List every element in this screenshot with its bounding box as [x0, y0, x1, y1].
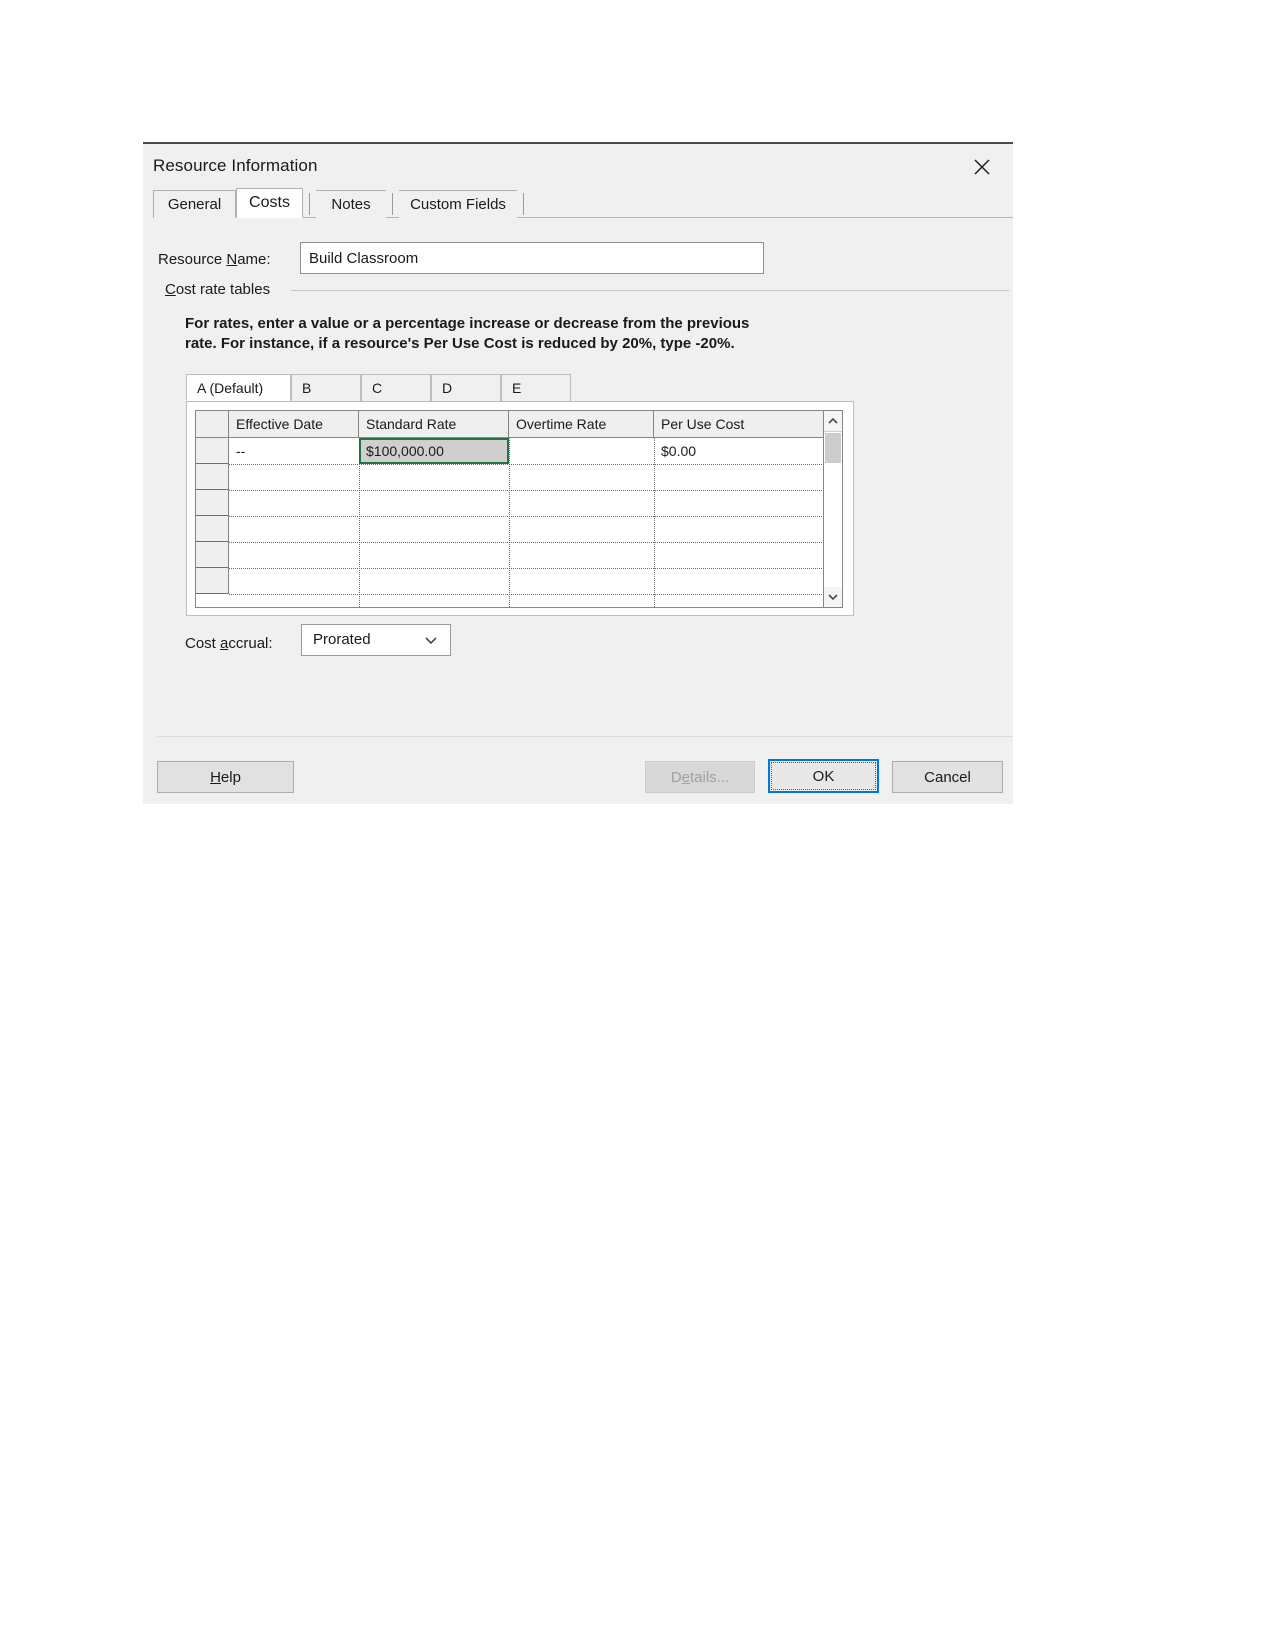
cell-overtime-rate[interactable] [509, 438, 654, 464]
cell-effective-date[interactable] [229, 568, 359, 594]
rate-tab-b[interactable]: B [291, 374, 361, 401]
cell-effective-date[interactable] [229, 464, 359, 490]
rate-tab-c[interactable]: C [361, 374, 431, 401]
chevron-down-icon[interactable] [824, 587, 842, 607]
cell-standard-rate[interactable] [359, 568, 509, 594]
tab-notes[interactable]: Notes [316, 190, 386, 218]
cell-overtime-rate[interactable] [509, 542, 654, 568]
cell-standard-rate[interactable] [359, 490, 509, 516]
dialog-title: Resource Information [153, 156, 318, 175]
resource-name-input[interactable] [300, 242, 764, 274]
row-header[interactable] [196, 542, 229, 568]
cell-overtime-rate[interactable] [509, 464, 654, 490]
row-header[interactable] [196, 438, 229, 464]
screenshot-canvas: Resource Information General Costs Notes [0, 0, 1275, 1650]
tab-separator-3 [523, 193, 524, 215]
cost-accrual-dropdown[interactable]: Prorated [301, 624, 451, 656]
dialog-titlebar: Resource Information [143, 144, 1013, 190]
column-header-effective-date[interactable]: Effective Date [229, 411, 359, 437]
cell-effective-date[interactable] [229, 516, 359, 542]
tab-separator-1 [309, 193, 310, 215]
tab-costs[interactable]: Costs [236, 188, 303, 218]
cell-per-use-cost[interactable] [654, 490, 824, 516]
close-icon[interactable] [961, 150, 1003, 184]
rate-grid: Effective Date Standard Rate Overtime Ra… [195, 410, 843, 608]
grid-corner-header[interactable] [196, 411, 229, 437]
tab-general-label: General [167, 196, 222, 213]
group-divider [291, 290, 1009, 291]
rate-grid-container: Effective Date Standard Rate Overtime Ra… [186, 401, 854, 616]
cell-standard-rate-selected[interactable]: $100,000.00 [359, 438, 509, 464]
rate-tab-a[interactable]: A (Default) [186, 374, 291, 401]
column-header-overtime-rate[interactable]: Overtime Rate [509, 411, 654, 437]
costs-tab-panel: Resource Name: Cost rate tables For rate… [153, 218, 1013, 738]
cell-overtime-rate[interactable] [509, 516, 654, 542]
cell-standard-rate[interactable] [359, 464, 509, 490]
rate-tab-e-label: E [512, 380, 522, 396]
rates-hint-text: For rates, enter a value or a percentage… [185, 314, 825, 354]
cell-per-use-cost[interactable] [654, 516, 824, 542]
table-row[interactable]: -- $100,000.00 $0.00 [196, 438, 824, 465]
footer-divider [157, 736, 1013, 737]
cell-effective-date[interactable] [229, 490, 359, 516]
table-row[interactable] [196, 542, 824, 569]
cell-per-use-cost[interactable] [654, 568, 824, 594]
resource-information-dialog: Resource Information General Costs Notes [143, 142, 1013, 804]
row-header[interactable] [196, 464, 229, 490]
rate-tab-c-label: C [372, 380, 383, 396]
tab-custom-fields-label: Custom Fields [410, 196, 506, 213]
cell-per-use-cost[interactable]: $0.00 [654, 438, 824, 464]
rate-grid-header-row: Effective Date Standard Rate Overtime Ra… [196, 411, 824, 438]
cost-accrual-label: Cost accrual: [185, 635, 273, 652]
rate-tab-a-label: A (Default) [197, 379, 264, 396]
row-separator [229, 594, 824, 595]
cost-rate-tables-group-label: Cost rate tables [165, 281, 277, 298]
table-row[interactable] [196, 568, 824, 595]
rate-tab-d[interactable]: D [431, 374, 501, 401]
help-button[interactable]: Help [157, 761, 294, 793]
cell-effective-date[interactable] [229, 542, 359, 568]
dialog-tabstrip: General Costs Notes Custom Fields [153, 188, 1013, 218]
grid-vertical-scrollbar[interactable] [823, 411, 842, 607]
chevron-up-icon[interactable] [824, 411, 842, 432]
cell-standard-rate[interactable] [359, 542, 509, 568]
rate-table-tabstrip: A (Default) B C D E [186, 374, 976, 401]
cost-accrual-value: Prorated [313, 631, 371, 648]
tab-notes-label: Notes [331, 196, 371, 213]
ok-button[interactable]: OK [768, 759, 879, 793]
ok-button-label: OK [812, 767, 835, 785]
scrollbar-thumb[interactable] [825, 433, 841, 463]
row-header[interactable] [196, 568, 229, 594]
cell-standard-rate[interactable] [359, 516, 509, 542]
row-header[interactable] [196, 490, 229, 516]
cell-effective-date[interactable]: -- [229, 438, 359, 464]
chevron-down-icon[interactable] [420, 625, 442, 655]
table-row[interactable] [196, 516, 824, 543]
rates-hint-line-1: For rates, enter a value or a percentage… [185, 315, 750, 332]
rate-tab-d-label: D [442, 380, 453, 396]
cell-overtime-rate[interactable] [509, 568, 654, 594]
rate-tab-b-label: B [302, 380, 312, 396]
rates-hint-line-2: rate. For instance, if a resource's Per … [185, 335, 735, 352]
rate-tab-e[interactable]: E [501, 374, 571, 401]
row-header[interactable] [196, 516, 229, 542]
cell-per-use-cost[interactable] [654, 464, 824, 490]
column-header-per-use-cost[interactable]: Per Use Cost [654, 411, 824, 437]
cell-per-use-cost[interactable] [654, 542, 824, 568]
cancel-button[interactable]: Cancel [892, 761, 1003, 793]
table-row[interactable] [196, 490, 824, 517]
cancel-button-label: Cancel [924, 768, 971, 786]
tab-costs-label: Costs [249, 194, 290, 211]
details-button[interactable]: De tails... [645, 761, 755, 793]
resource-name-label: Resource Name: [158, 251, 271, 268]
column-header-standard-rate[interactable]: Standard Rate [359, 411, 509, 437]
cell-overtime-rate[interactable] [509, 490, 654, 516]
tab-custom-fields[interactable]: Custom Fields [399, 190, 517, 218]
tab-separator-2 [392, 193, 393, 215]
table-row[interactable] [196, 464, 824, 491]
tab-general[interactable]: General [153, 190, 236, 218]
